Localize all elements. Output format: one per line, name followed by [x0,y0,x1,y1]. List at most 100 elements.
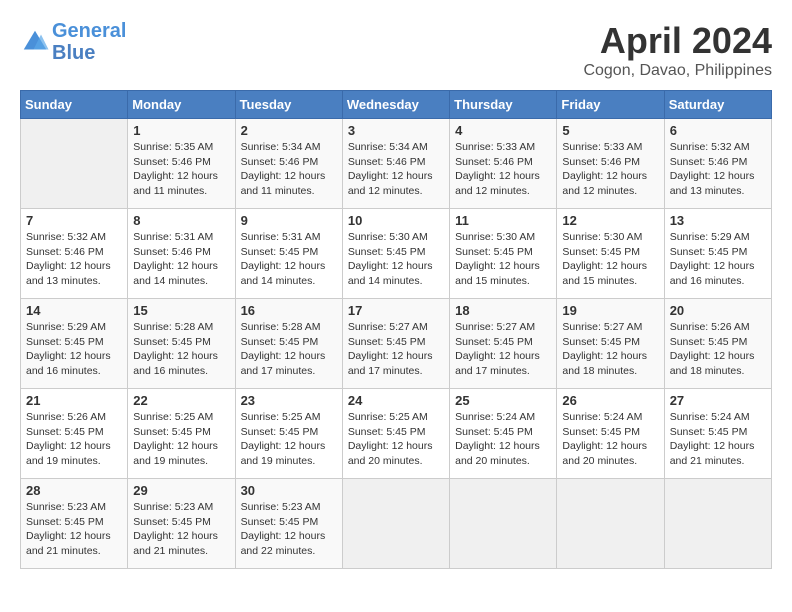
calendar-cell: 27 Sunrise: 5:24 AMSunset: 5:45 PMDaylig… [664,389,771,479]
weekday-header-tuesday: Tuesday [235,91,342,119]
location-title: Cogon, Davao, Philippines [583,62,772,80]
calendar-cell: 6 Sunrise: 5:32 AMSunset: 5:46 PMDayligh… [664,119,771,209]
calendar-cell: 28 Sunrise: 5:23 AMSunset: 5:45 PMDaylig… [21,479,128,569]
calendar-cell: 21 Sunrise: 5:26 AMSunset: 5:45 PMDaylig… [21,389,128,479]
day-info: Sunrise: 5:34 AMSunset: 5:46 PMDaylight:… [348,140,444,199]
day-number: 26 [562,393,658,408]
calendar-cell: 11 Sunrise: 5:30 AMSunset: 5:45 PMDaylig… [450,209,557,299]
calendar-cell: 24 Sunrise: 5:25 AMSunset: 5:45 PMDaylig… [342,389,449,479]
day-number: 2 [241,123,337,138]
day-info: Sunrise: 5:30 AMSunset: 5:45 PMDaylight:… [562,230,658,289]
day-info: Sunrise: 5:34 AMSunset: 5:46 PMDaylight:… [241,140,337,199]
calendar-cell [557,479,664,569]
day-number: 28 [26,483,122,498]
day-info: Sunrise: 5:25 AMSunset: 5:45 PMDaylight:… [133,410,229,469]
calendar-cell [450,479,557,569]
month-title: April 2024 [583,20,772,62]
day-info: Sunrise: 5:29 AMSunset: 5:45 PMDaylight:… [26,320,122,379]
day-info: Sunrise: 5:28 AMSunset: 5:45 PMDaylight:… [241,320,337,379]
calendar-cell: 1 Sunrise: 5:35 AMSunset: 5:46 PMDayligh… [128,119,235,209]
day-info: Sunrise: 5:33 AMSunset: 5:46 PMDaylight:… [455,140,551,199]
day-info: Sunrise: 5:27 AMSunset: 5:45 PMDaylight:… [455,320,551,379]
calendar-cell: 22 Sunrise: 5:25 AMSunset: 5:45 PMDaylig… [128,389,235,479]
day-number: 3 [348,123,444,138]
calendar-cell: 5 Sunrise: 5:33 AMSunset: 5:46 PMDayligh… [557,119,664,209]
calendar-cell: 17 Sunrise: 5:27 AMSunset: 5:45 PMDaylig… [342,299,449,389]
weekday-header-friday: Friday [557,91,664,119]
logo-icon [20,27,50,57]
day-info: Sunrise: 5:25 AMSunset: 5:45 PMDaylight:… [241,410,337,469]
day-number: 15 [133,303,229,318]
day-number: 5 [562,123,658,138]
calendar-cell: 15 Sunrise: 5:28 AMSunset: 5:45 PMDaylig… [128,299,235,389]
calendar-cell: 30 Sunrise: 5:23 AMSunset: 5:45 PMDaylig… [235,479,342,569]
day-info: Sunrise: 5:23 AMSunset: 5:45 PMDaylight:… [241,500,337,559]
calendar-cell: 26 Sunrise: 5:24 AMSunset: 5:45 PMDaylig… [557,389,664,479]
calendar-cell [664,479,771,569]
day-number: 29 [133,483,229,498]
calendar-week-5: 28 Sunrise: 5:23 AMSunset: 5:45 PMDaylig… [21,479,772,569]
day-info: Sunrise: 5:27 AMSunset: 5:45 PMDaylight:… [348,320,444,379]
calendar-cell: 19 Sunrise: 5:27 AMSunset: 5:45 PMDaylig… [557,299,664,389]
day-info: Sunrise: 5:26 AMSunset: 5:45 PMDaylight:… [26,410,122,469]
day-number: 24 [348,393,444,408]
weekday-header-thursday: Thursday [450,91,557,119]
calendar-cell: 16 Sunrise: 5:28 AMSunset: 5:45 PMDaylig… [235,299,342,389]
day-number: 8 [133,213,229,228]
weekday-header-sunday: Sunday [21,91,128,119]
day-info: Sunrise: 5:33 AMSunset: 5:46 PMDaylight:… [562,140,658,199]
day-info: Sunrise: 5:32 AMSunset: 5:46 PMDaylight:… [670,140,766,199]
day-info: Sunrise: 5:23 AMSunset: 5:45 PMDaylight:… [133,500,229,559]
day-number: 13 [670,213,766,228]
day-number: 20 [670,303,766,318]
calendar-cell: 2 Sunrise: 5:34 AMSunset: 5:46 PMDayligh… [235,119,342,209]
calendar-cell: 3 Sunrise: 5:34 AMSunset: 5:46 PMDayligh… [342,119,449,209]
calendar-cell: 10 Sunrise: 5:30 AMSunset: 5:45 PMDaylig… [342,209,449,299]
calendar-cell: 12 Sunrise: 5:30 AMSunset: 5:45 PMDaylig… [557,209,664,299]
calendar-week-3: 14 Sunrise: 5:29 AMSunset: 5:45 PMDaylig… [21,299,772,389]
day-info: Sunrise: 5:30 AMSunset: 5:45 PMDaylight:… [348,230,444,289]
day-number: 27 [670,393,766,408]
day-number: 18 [455,303,551,318]
calendar-cell: 8 Sunrise: 5:31 AMSunset: 5:46 PMDayligh… [128,209,235,299]
calendar-cell [342,479,449,569]
day-info: Sunrise: 5:29 AMSunset: 5:45 PMDaylight:… [670,230,766,289]
weekday-header-wednesday: Wednesday [342,91,449,119]
day-number: 7 [26,213,122,228]
calendar-cell: 20 Sunrise: 5:26 AMSunset: 5:45 PMDaylig… [664,299,771,389]
calendar-cell: 23 Sunrise: 5:25 AMSunset: 5:45 PMDaylig… [235,389,342,479]
calendar-week-4: 21 Sunrise: 5:26 AMSunset: 5:45 PMDaylig… [21,389,772,479]
day-number: 6 [670,123,766,138]
page-header: General Blue April 2024 Cogon, Davao, Ph… [20,20,772,80]
day-number: 25 [455,393,551,408]
calendar-cell: 7 Sunrise: 5:32 AMSunset: 5:46 PMDayligh… [21,209,128,299]
title-block: April 2024 Cogon, Davao, Philippines [583,20,772,80]
day-number: 22 [133,393,229,408]
day-info: Sunrise: 5:26 AMSunset: 5:45 PMDaylight:… [670,320,766,379]
calendar-week-1: 1 Sunrise: 5:35 AMSunset: 5:46 PMDayligh… [21,119,772,209]
weekday-header-saturday: Saturday [664,91,771,119]
day-number: 1 [133,123,229,138]
day-number: 11 [455,213,551,228]
day-info: Sunrise: 5:28 AMSunset: 5:45 PMDaylight:… [133,320,229,379]
day-number: 4 [455,123,551,138]
calendar-body: 1 Sunrise: 5:35 AMSunset: 5:46 PMDayligh… [21,119,772,569]
calendar-week-2: 7 Sunrise: 5:32 AMSunset: 5:46 PMDayligh… [21,209,772,299]
weekday-header-row: SundayMondayTuesdayWednesdayThursdayFrid… [21,91,772,119]
day-number: 21 [26,393,122,408]
day-info: Sunrise: 5:31 AMSunset: 5:45 PMDaylight:… [241,230,337,289]
logo: General Blue [20,20,126,64]
calendar-cell: 14 Sunrise: 5:29 AMSunset: 5:45 PMDaylig… [21,299,128,389]
calendar-cell: 9 Sunrise: 5:31 AMSunset: 5:45 PMDayligh… [235,209,342,299]
day-info: Sunrise: 5:24 AMSunset: 5:45 PMDaylight:… [455,410,551,469]
day-number: 10 [348,213,444,228]
day-number: 23 [241,393,337,408]
day-info: Sunrise: 5:30 AMSunset: 5:45 PMDaylight:… [455,230,551,289]
day-info: Sunrise: 5:35 AMSunset: 5:46 PMDaylight:… [133,140,229,199]
logo-text: General Blue [52,20,126,64]
day-info: Sunrise: 5:24 AMSunset: 5:45 PMDaylight:… [670,410,766,469]
day-number: 30 [241,483,337,498]
weekday-header-monday: Monday [128,91,235,119]
day-info: Sunrise: 5:24 AMSunset: 5:45 PMDaylight:… [562,410,658,469]
calendar-cell: 4 Sunrise: 5:33 AMSunset: 5:46 PMDayligh… [450,119,557,209]
